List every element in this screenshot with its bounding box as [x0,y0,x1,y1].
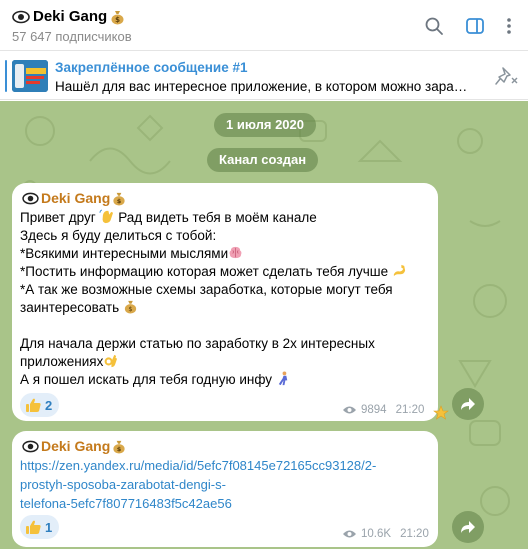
unpin-icon[interactable] [494,65,518,87]
forward-icon [461,398,475,410]
brain-icon [229,246,242,259]
pinned-message-bar[interactable]: Закреплённое сообщение #1 Нашёл для вас … [0,52,528,100]
svg-text:$: $ [115,16,120,24]
message-bubble[interactable]: Deki Gang $ https://zen.yandex.ru/media/… [12,431,438,547]
pinned-indicator [5,60,7,92]
reaction-thumbs-up[interactable]: 1 [20,515,60,539]
message-line: Здесь я буду делиться с тобой: [20,228,217,243]
service-message-channel-created: Канал создан [207,148,319,172]
sender-name: Deki Gang [41,190,111,206]
money-bag-icon: $ [111,10,124,24]
view-count: 9894 [361,404,387,416]
message-line: *А так же возможные схемы заработка, кот… [20,282,393,297]
money-bag-icon: $ [113,440,125,453]
eye-icon [12,10,30,23]
walking-person-icon [278,371,288,386]
message-bubble[interactable]: Deki Gang $ Привет друг Рад видеть тебя … [12,183,438,421]
chat-header: Deki Gang $ 57 647 подписчиков [0,0,528,51]
reaction-thumbs-up[interactable]: 2 [20,393,60,417]
ok-hand-icon [104,354,118,368]
views-eye-icon [343,530,356,538]
message-line: *Постить информацию которая может сделат… [20,263,407,281]
search-icon [425,17,443,35]
money-bag-icon: $ [124,300,136,314]
search-button[interactable] [421,13,447,39]
eye-icon [22,192,39,204]
sidebar-toggle-button[interactable] [462,13,488,39]
message-line: приложениях [20,353,407,371]
channel-title[interactable]: Deki Gang $ [12,8,125,25]
eye-icon [22,440,39,452]
sender-name: Deki Gang [41,438,111,454]
reaction-count: 1 [45,519,53,535]
message-meta: 10.6K 21:20 [342,528,429,540]
message-line: Для начала держи статью по заработку в 2… [20,336,375,351]
svg-text:$: $ [117,445,122,453]
views-eye-icon [343,406,356,414]
message-sender[interactable]: Deki Gang $ [22,190,126,206]
link-line[interactable]: prostyh-sposoba-zarabotat-dengi-s- [20,475,376,494]
more-vertical-icon [507,18,511,34]
message-link[interactable]: https://zen.yandex.ru/media/id/5efc7f081… [20,456,376,513]
thumbs-up-icon [26,520,41,534]
link-line[interactable]: https://zen.yandex.ru/media/id/5efc7f081… [20,456,376,475]
message-text: Привет друг Рад видеть тебя в моём канал… [20,209,407,389]
sidebar-toggle-icon [466,18,484,34]
subscriber-count: 57 647 подписчиков [12,29,132,44]
view-count: 10.6K [361,528,392,540]
pinned-thumbnail [12,60,48,92]
link-line[interactable]: telefona-5efc7f807716483f5c42ae56 [20,494,376,513]
svg-text:$: $ [117,197,122,205]
message-meta: 9894 21:20 [342,404,424,416]
channel-name: Deki Gang [33,8,108,25]
message-line: А я пошел искать для тебя годную инфу [20,371,407,389]
thumbs-up-icon [26,398,41,412]
forward-icon [461,521,475,533]
message-time: 21:20 [395,404,425,416]
message-line: Привет друг Рад видеть тебя в моём канал… [20,209,317,225]
reaction-count: 2 [45,397,53,413]
more-button[interactable] [496,13,522,39]
message-time: 21:20 [400,528,429,540]
pinned-preview: Нашёл для вас интересное приложение, в к… [55,79,473,94]
star-icon [433,405,449,420]
money-bag-icon: $ [113,192,125,205]
flexed-biceps-icon [393,264,406,277]
svg-text:$: $ [128,305,132,313]
pinned-title: Закреплённое сообщение #1 [55,60,248,75]
forward-button[interactable] [452,388,484,420]
message-line: заинтересовать $ [20,299,407,317]
forward-button[interactable] [452,511,484,543]
date-separator: 1 июля 2020 [214,113,316,137]
message-line: *Всякими интересными мыслями [20,245,407,263]
message-sender[interactable]: Deki Gang $ [22,438,126,454]
waving-hand-icon [99,209,114,224]
